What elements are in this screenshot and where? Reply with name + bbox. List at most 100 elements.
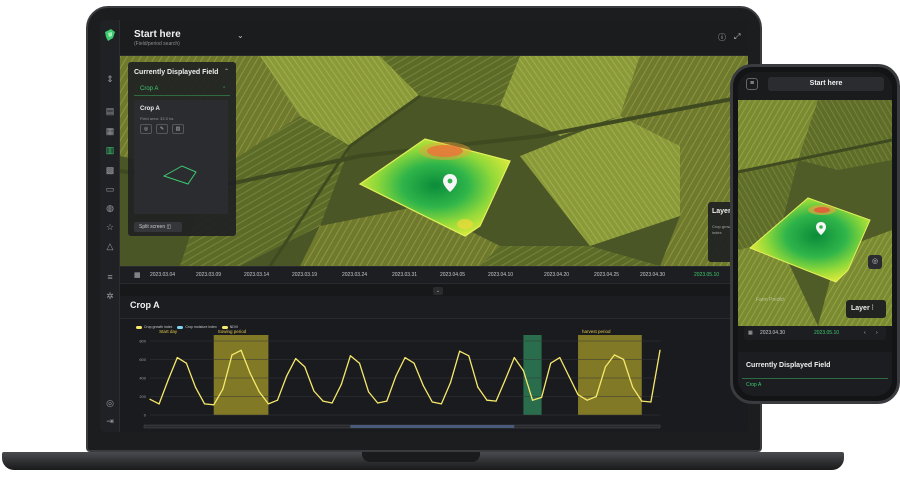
gear-icon[interactable]: ✲: [105, 291, 115, 301]
data-point: [431, 401, 433, 403]
data-point: [650, 401, 652, 403]
data-point: [167, 379, 169, 381]
date-item[interactable]: 2023.04.25: [594, 272, 619, 278]
calendar-icon[interactable]: ▦: [134, 271, 141, 279]
date-timeline: ▦ 2023.03.04 2023.03.09 2023.03.14 2023.…: [120, 266, 748, 284]
calendar-icon[interactable]: ▦: [748, 330, 753, 336]
period-band-label: harvest period: [582, 329, 611, 334]
people-icon[interactable]: ◍: [105, 203, 115, 213]
data-point: [258, 391, 260, 393]
phone-date-timeline: ▦ 2023.04.30 2023.05.10 ‹ ›: [744, 326, 886, 340]
data-point: [249, 372, 251, 374]
phone-title[interactable]: Start here: [768, 77, 884, 91]
map-icon[interactable]: ▥: [105, 145, 115, 155]
data-point: [577, 394, 579, 396]
target-icon[interactable]: ◎: [140, 124, 152, 134]
start-day-label: Start day: [159, 329, 178, 334]
phone-top-bar: ≡ Start here: [738, 72, 892, 100]
data-point: [468, 355, 470, 357]
phone-map-imagery: [738, 100, 892, 326]
data-point: [413, 362, 415, 364]
phone-layer-label: Layer: [851, 305, 870, 312]
panel-collapse-handle[interactable]: ⌄: [433, 287, 443, 295]
legend-item[interactable]: Crop growth index: [136, 325, 172, 329]
date-item-active[interactable]: 2023.05.10: [814, 330, 839, 336]
filter-icon: ⫶: [871, 305, 874, 312]
legend-item[interactable]: NDVI: [221, 325, 239, 329]
date-item[interactable]: 2023.03.19: [292, 272, 317, 278]
data-point: [586, 399, 588, 401]
data-point: [313, 390, 315, 392]
locate-icon[interactable]: ◎: [868, 255, 882, 269]
data-point: [194, 386, 197, 388]
phone-field-section: Currently Displayed Field Crop A: [738, 352, 892, 396]
phone-brand-watermark: Farm Predict: [756, 297, 785, 303]
date-item[interactable]: 2023.03.24: [342, 272, 367, 278]
sidebar-toggle-icon[interactable]: ⇕: [105, 74, 115, 84]
chart-icon[interactable]: ▦: [105, 126, 115, 136]
data-point: [158, 403, 160, 405]
date-item[interactable]: 2023.03.31: [392, 272, 417, 278]
date-item[interactable]: 2023.04.30: [760, 330, 785, 336]
data-point: [495, 400, 497, 402]
phone-crop-item[interactable]: Crop A: [746, 382, 761, 388]
field-card-name: Crop A: [140, 106, 160, 112]
data-point: [340, 383, 342, 386]
menu-icon[interactable]: ≡: [746, 78, 758, 90]
data-point: [267, 403, 269, 405]
trash-icon[interactable]: ▥: [172, 124, 184, 134]
data-point: [613, 354, 616, 356]
chevron-up-icon[interactable]: ⌃: [222, 86, 226, 92]
chevron-right-icon[interactable]: ›: [876, 330, 878, 336]
split-screen-button[interactable]: Split screen ◫: [134, 222, 182, 232]
legend-label: Crop moisture index: [185, 325, 217, 329]
y-tick-label: 200: [139, 394, 146, 399]
phone-layer-button[interactable]: Layer ⫶: [846, 300, 886, 318]
data-point: [632, 386, 634, 388]
data-point: [459, 350, 461, 352]
date-item[interactable]: 2023.03.09: [196, 272, 221, 278]
field-panel-title: Currently Displayed Field: [134, 69, 219, 76]
page-title[interactable]: Start here: [134, 29, 181, 40]
data-point: [377, 402, 379, 404]
date-item[interactable]: 2023.03.04: [150, 272, 175, 278]
date-item[interactable]: 2023.04.05: [440, 272, 465, 278]
database-icon[interactable]: ≡: [105, 272, 115, 282]
date-item[interactable]: 2023.04.30: [640, 272, 665, 278]
divider: [742, 378, 888, 379]
chevron-left-icon[interactable]: ‹: [864, 330, 866, 336]
layer-panel-title: Layer: [712, 208, 731, 215]
field-selector[interactable]: Crop A ⌃: [134, 84, 230, 96]
legend-label: NDVI: [229, 325, 239, 329]
chart-legend: Crop growth index Crop moisture index ND…: [136, 325, 238, 329]
data-point: [541, 396, 543, 399]
field-card[interactable]: Crop A Field area: 33.5 ha ◎ ✎ ▥: [134, 100, 228, 214]
help-icon[interactable]: ⓘ: [718, 32, 726, 43]
truck-icon[interactable]: ▭: [105, 184, 115, 194]
data-point: [531, 399, 534, 401]
date-item[interactable]: 2023.03.14: [244, 272, 269, 278]
date-item[interactable]: 2023.04.10: [488, 272, 513, 278]
data-point: [449, 382, 452, 384]
chevron-down-icon[interactable]: ⌄: [237, 31, 244, 40]
collapse-icon[interactable]: ⌃: [224, 68, 229, 75]
field-panel: Currently Displayed Field ⌃ Crop A ⌃ Cro…: [128, 62, 236, 236]
globe-icon[interactable]: ◎: [105, 398, 115, 408]
phone-map[interactable]: [738, 100, 892, 326]
data-point: [367, 391, 370, 393]
logout-icon[interactable]: ⇥: [105, 416, 115, 426]
legend-label: Crop growth index: [144, 325, 173, 329]
date-item-active[interactable]: 2023.05.10: [694, 272, 719, 278]
star-icon[interactable]: ☆: [105, 222, 115, 232]
edit-icon[interactable]: ✎: [156, 124, 168, 134]
expand-icon[interactable]: ⤢: [734, 32, 740, 42]
legend-item[interactable]: Crop moisture index: [177, 325, 217, 329]
document-icon[interactable]: ▤: [105, 106, 115, 116]
date-item[interactable]: 2023.04.20: [544, 272, 569, 278]
warning-icon[interactable]: △: [105, 241, 115, 251]
line-chart[interactable]: Sowing period harvest period Start day 0 200…: [120, 319, 748, 432]
grid-icon[interactable]: ▩: [105, 165, 115, 175]
y-tick-label: 800: [139, 339, 146, 344]
period-band: [213, 335, 269, 415]
field-shape-thumbnail: [162, 165, 197, 185]
